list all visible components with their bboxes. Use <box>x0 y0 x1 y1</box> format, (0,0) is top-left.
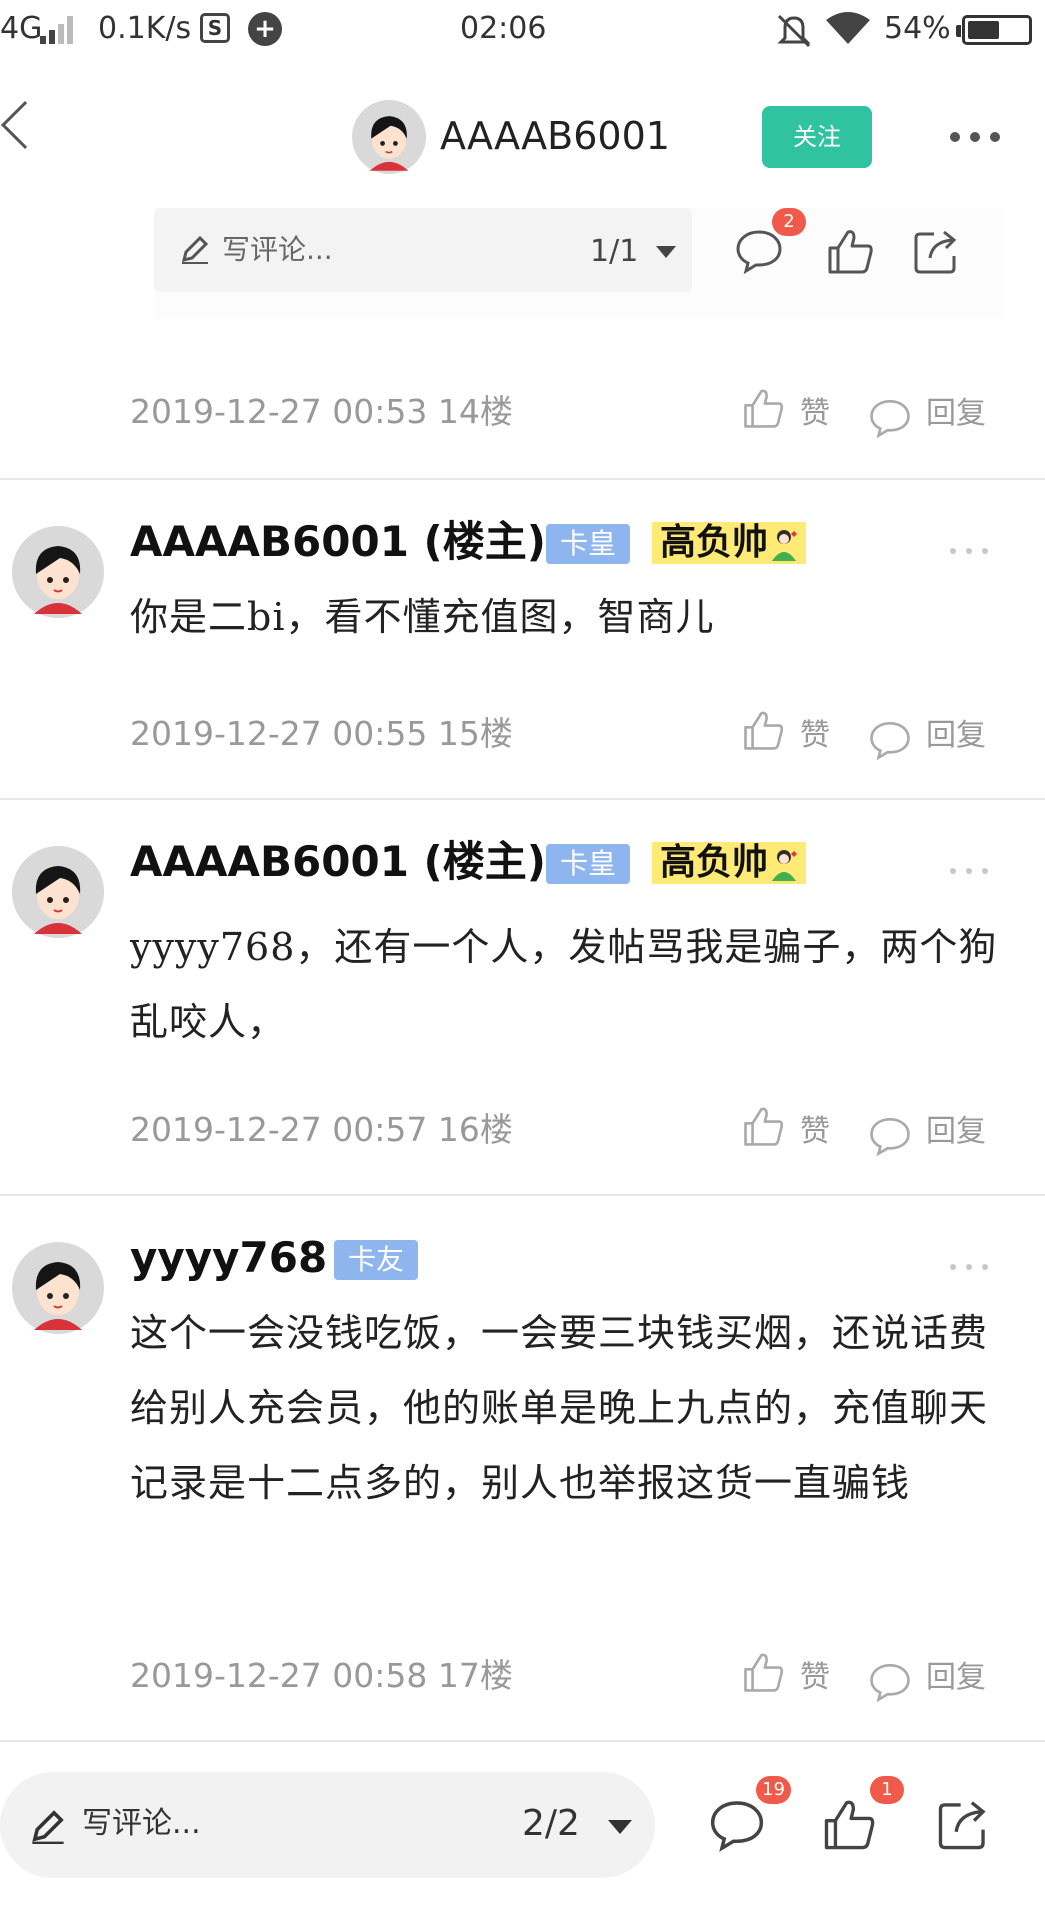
follow-button[interactable]: 关注 <box>762 106 872 168</box>
comment-count-badge: 19 <box>756 1776 791 1804</box>
like-icon[interactable] <box>742 386 786 430</box>
comment-icon[interactable] <box>708 1798 766 1852</box>
level-tag: 卡皇 <box>546 524 631 564</box>
like-icon[interactable] <box>742 1650 786 1694</box>
mute-icon <box>777 14 811 48</box>
person-icon <box>772 850 798 881</box>
post-item: AAAAB6001 (楼主) 卡皇 高负帅 你是二bi，看不懂充值图，智商儿 2… <box>0 480 1045 800</box>
like-label[interactable]: 赞 <box>800 716 830 756</box>
battery-percent: 54% <box>884 11 951 46</box>
battery-icon <box>956 15 1032 45</box>
more-icon[interactable] <box>950 124 1000 150</box>
pencil-icon <box>181 235 209 264</box>
status-bar: 4G 0.1K/s S + 02:06 54% <box>0 0 1045 58</box>
header-username[interactable]: AAAAB6001 <box>440 112 670 160</box>
pencil-icon <box>32 1810 64 1844</box>
bottom-comment-placeholder: 写评论... <box>82 1806 201 1841</box>
reply-label[interactable]: 回复 <box>926 716 986 756</box>
level-tag: 卡友 <box>334 1240 419 1280</box>
post-username[interactable]: AAAAB6001 (楼主) <box>130 516 546 568</box>
medal-badge: 高负帅 <box>652 842 807 884</box>
s-app-icon: S <box>200 13 230 43</box>
header-avatar[interactable] <box>352 100 426 174</box>
reply-icon[interactable] <box>868 1660 912 1704</box>
post-more-icon[interactable] <box>950 868 990 878</box>
like-label[interactable]: 赞 <box>800 394 830 434</box>
floating-page-indicator[interactable]: 1/1 <box>590 232 638 272</box>
share-icon[interactable] <box>912 226 962 276</box>
floating-comment-placeholder: 写评论... <box>222 233 333 266</box>
level-tag: 卡皇 <box>546 844 631 884</box>
page-dropdown-icon[interactable] <box>656 246 676 258</box>
post-meta: 2019-12-27 00:53 14楼 <box>130 392 513 431</box>
post-content: 这个一会没钱吃饭，一会要三块钱买烟，还说话费给别人充会员，他的账单是晚上九点的，… <box>130 1311 989 1505</box>
post-item: yyyy768 卡友 这个一会没钱吃饭，一会要三块钱买烟，还说话费给别人充会员，… <box>0 1196 1045 1742</box>
reply-label[interactable]: 回复 <box>926 1112 986 1152</box>
network-type: 4G <box>0 11 43 46</box>
avatar[interactable] <box>12 1242 104 1334</box>
bottom-page-indicator[interactable]: 2/2 <box>522 1802 580 1846</box>
post-item: 2019-12-27 00:53 14楼 赞 回复 <box>0 318 1045 480</box>
wifi-icon <box>826 12 870 44</box>
person-icon <box>772 530 798 561</box>
reply-label[interactable]: 回复 <box>926 1658 986 1698</box>
comment-icon[interactable] <box>734 228 784 274</box>
floating-comment-input[interactable]: 写评论... 1/1 <box>154 208 692 292</box>
post-more-icon[interactable] <box>950 1264 990 1274</box>
medal-badge: 高负帅 <box>652 522 807 564</box>
signal-icon <box>40 14 84 44</box>
like-icon[interactable] <box>826 226 876 276</box>
post-meta: 2019-12-27 00:57 16楼 <box>130 1110 513 1149</box>
reply-icon[interactable] <box>868 718 912 762</box>
clock: 02:06 <box>460 11 547 46</box>
avatar[interactable] <box>12 846 104 938</box>
floating-comment-badge: 2 <box>772 208 806 236</box>
post-meta: 2019-12-27 00:58 17楼 <box>130 1656 513 1695</box>
medal-label: 高负帅 <box>660 842 769 883</box>
reply-icon[interactable] <box>868 396 912 440</box>
post-content: 你是二bi，看不懂充值图，智商儿 <box>130 595 715 639</box>
like-icon[interactable] <box>742 1104 786 1148</box>
post-more-icon[interactable] <box>950 548 990 558</box>
bottom-comment-input[interactable]: 写评论... 2/2 <box>0 1772 655 1878</box>
reply-label[interactable]: 回复 <box>926 394 986 434</box>
medal-label: 高负帅 <box>660 522 769 563</box>
avatar[interactable] <box>12 526 104 618</box>
back-icon[interactable] <box>0 100 50 150</box>
like-icon[interactable] <box>822 1796 878 1852</box>
share-icon[interactable] <box>936 1796 992 1852</box>
like-label[interactable]: 赞 <box>800 1658 830 1698</box>
post-meta: 2019-12-27 00:55 15楼 <box>130 714 513 753</box>
post-content: yyyy768，还有一个人，发帖骂我是骗子，两个狗乱咬人， <box>130 925 998 1044</box>
post-username[interactable]: AAAAB6001 (楼主) <box>130 836 546 888</box>
reply-icon[interactable] <box>868 1114 912 1158</box>
like-icon[interactable] <box>742 708 786 752</box>
network-speed: 0.1K/s <box>98 11 192 46</box>
like-count-badge: 1 <box>870 1776 904 1804</box>
post-username[interactable]: yyyy768 <box>130 1232 327 1284</box>
plus-circle-icon: + <box>248 12 282 46</box>
like-label[interactable]: 赞 <box>800 1112 830 1152</box>
page-dropdown-icon[interactable] <box>608 1820 632 1834</box>
post-item: AAAAB6001 (楼主) 卡皇 高负帅 yyyy768，还有一个人，发帖骂我… <box>0 800 1045 1196</box>
